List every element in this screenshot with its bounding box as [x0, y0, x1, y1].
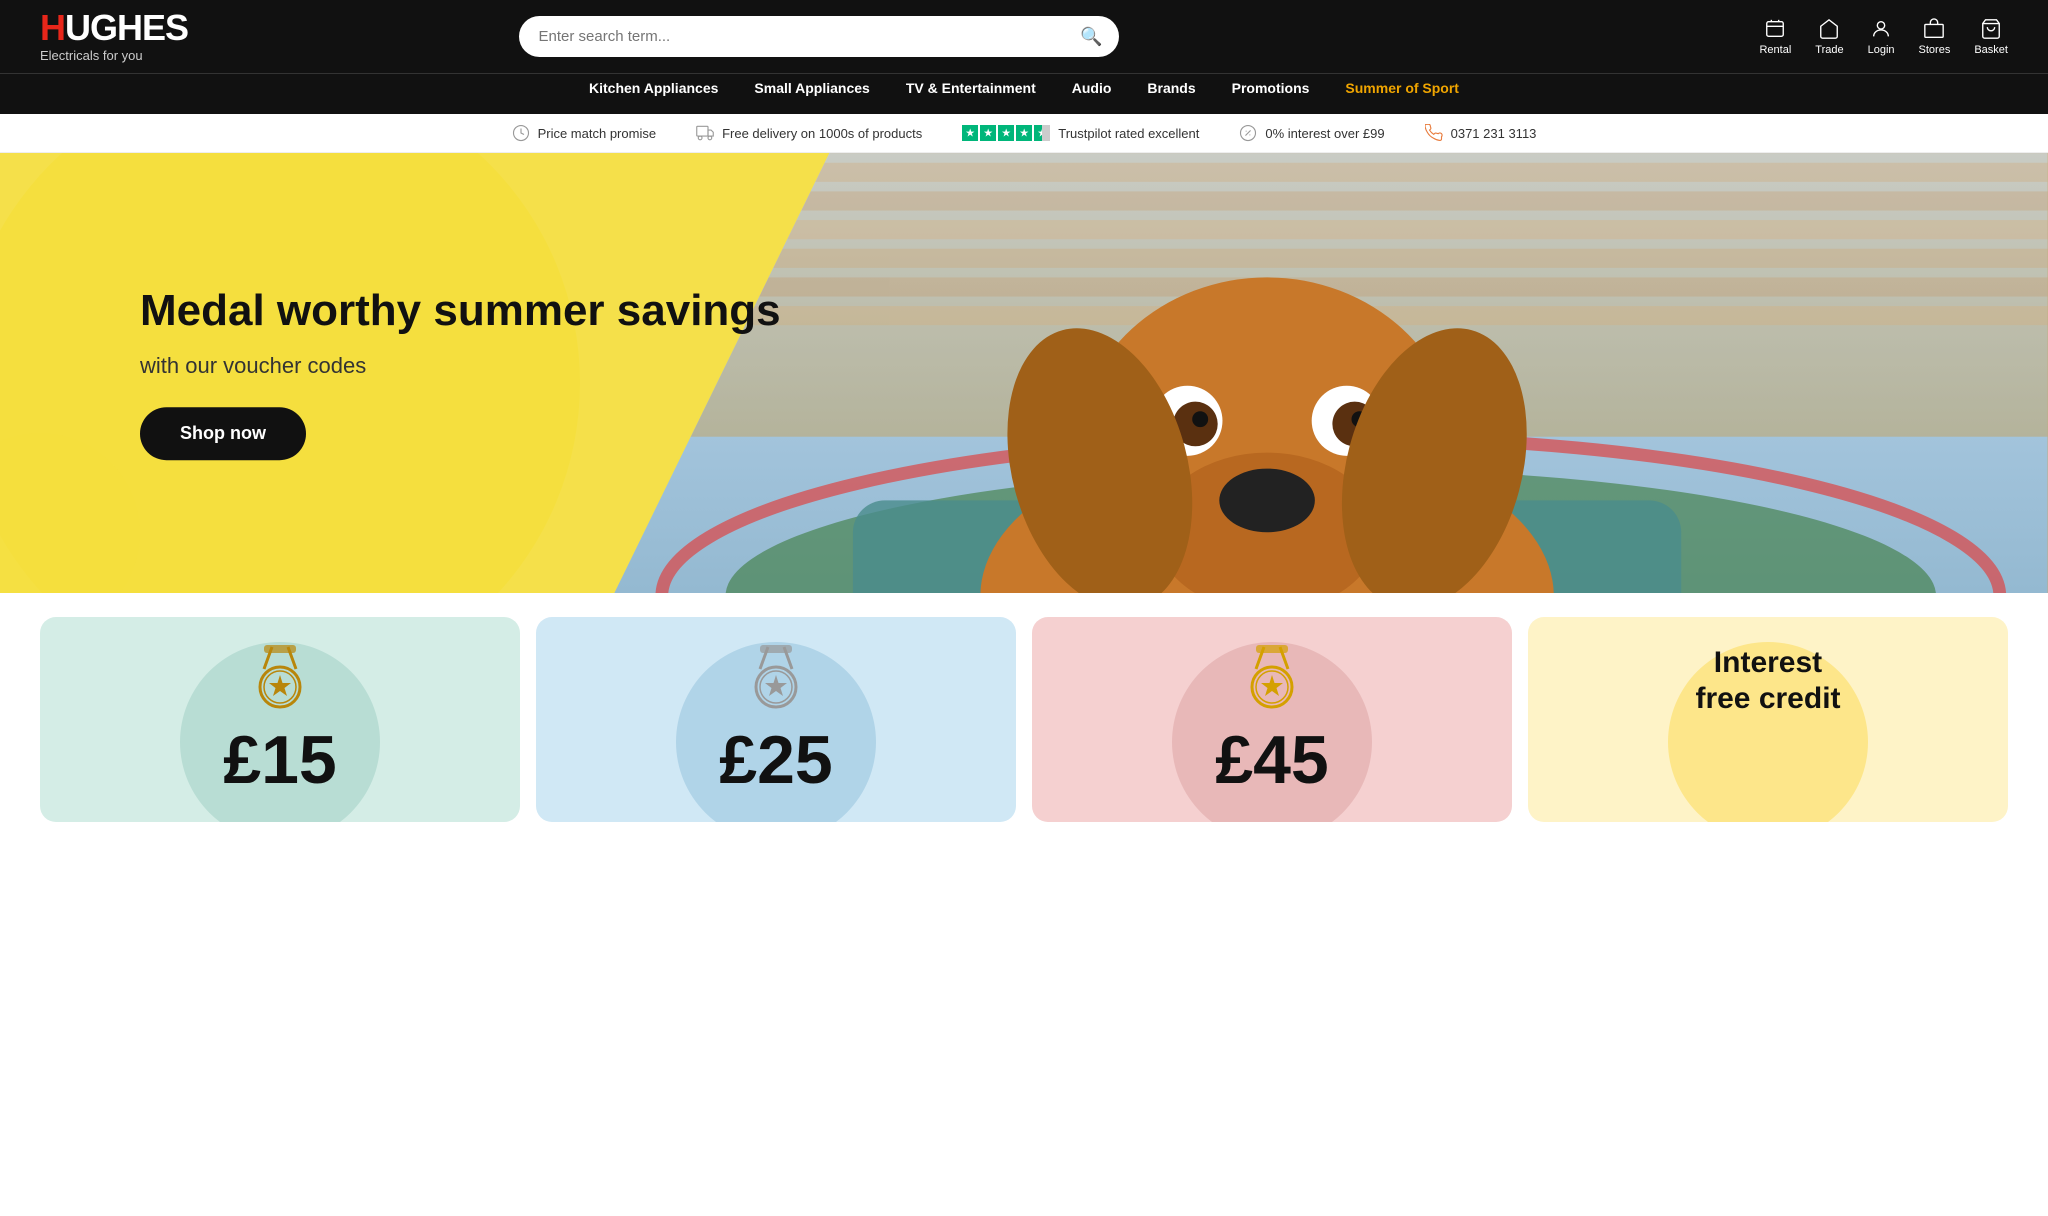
interest-icon: [1239, 124, 1257, 142]
nav-brands[interactable]: Brands: [1129, 74, 1213, 102]
logo-tagline: Electricals for you: [40, 48, 188, 63]
trust-bar: Price match promise Free delivery on 100…: [0, 114, 2048, 153]
medal-silver-icon: [750, 645, 802, 718]
promo-cards-section: £15 £25: [0, 593, 2048, 846]
interest-text: 0% interest over £99: [1265, 126, 1384, 141]
header: HUGHES Electricals for you 🔍 Rental Trad…: [0, 0, 2048, 73]
promo-card-15[interactable]: £15: [40, 617, 520, 822]
hero-banner: Medal worthy summer savings with our vou…: [0, 153, 2048, 593]
hero-stadium-bg: [614, 153, 2048, 593]
delivery-icon: [696, 124, 714, 142]
price-match-text: Price match promise: [538, 126, 656, 141]
basket-button[interactable]: Basket: [1974, 18, 2008, 56]
rental-label: Rental: [1759, 44, 1791, 56]
stores-icon: [1923, 18, 1945, 40]
nav-promotions[interactable]: Promotions: [1214, 74, 1328, 102]
nav-tv[interactable]: TV & Entertainment: [888, 74, 1054, 102]
promo-amount-25: £25: [719, 726, 832, 794]
trade-button[interactable]: Trade: [1815, 18, 1843, 56]
nav-bar: Kitchen Appliances Small Appliances TV &…: [0, 73, 2048, 114]
rental-icon: [1764, 18, 1786, 40]
search-icon[interactable]: 🔍: [1080, 26, 1102, 47]
rental-button[interactable]: Rental: [1759, 18, 1791, 56]
promo-card-credit[interactable]: Interestfree credit: [1528, 617, 2008, 822]
nav-kitchen[interactable]: Kitchen Appliances: [571, 74, 736, 102]
trustpilot-item: Trustpilot rated excellent: [962, 125, 1199, 141]
user-icon: [1870, 18, 1892, 40]
trade-label: Trade: [1815, 44, 1843, 56]
free-delivery-item: Free delivery on 1000s of products: [696, 124, 922, 142]
trustpilot-text: Trustpilot rated excellent: [1058, 126, 1199, 141]
promo-card-25[interactable]: £25: [536, 617, 1016, 822]
header-icons: Rental Trade Login Stores Basket: [1759, 18, 2007, 56]
star-5-half: [1034, 125, 1050, 141]
medal-bronze-icon: [1246, 645, 1298, 718]
phone-item[interactable]: 0371 231 3113: [1425, 124, 1537, 142]
medal-svg-3: [1246, 645, 1298, 709]
promo-amount-45: £45: [1215, 726, 1328, 794]
basket-icon: [1980, 18, 2002, 40]
promo-amount-15: £15: [223, 726, 336, 794]
search-input[interactable]: [519, 16, 1119, 57]
nav-summer-of-sport[interactable]: Summer of Sport: [1327, 74, 1477, 102]
logo[interactable]: HUGHES Electricals for you: [40, 10, 188, 63]
hero-subtitle: with our voucher codes: [140, 353, 781, 379]
trade-icon: [1818, 18, 1840, 40]
medal-gold-icon: [254, 645, 306, 718]
star-4: [1016, 125, 1032, 141]
stores-button[interactable]: Stores: [1919, 18, 1951, 56]
basket-label: Basket: [1974, 44, 2008, 56]
interest-item: 0% interest over £99: [1239, 124, 1384, 142]
price-match-icon: [512, 124, 530, 142]
star-3: [998, 125, 1014, 141]
free-delivery-text: Free delivery on 1000s of products: [722, 126, 922, 141]
hero-content: Medal worthy summer savings with our vou…: [140, 286, 781, 460]
stadium-svg: [614, 153, 2048, 593]
login-button[interactable]: Login: [1868, 18, 1895, 56]
star-1: [962, 125, 978, 141]
medal-svg-1: [254, 645, 306, 709]
logo-text: HUGHES: [40, 10, 188, 46]
phone-text: 0371 231 3113: [1451, 126, 1537, 141]
medal-svg-2: [750, 645, 802, 709]
trustpilot-stars: [962, 125, 1050, 141]
logo-h: H: [40, 7, 65, 48]
login-label: Login: [1868, 44, 1895, 56]
stores-label: Stores: [1919, 44, 1951, 56]
nav-small-appliances[interactable]: Small Appliances: [736, 74, 887, 102]
shop-now-button[interactable]: Shop now: [140, 407, 306, 460]
hero-title: Medal worthy summer savings: [140, 286, 781, 337]
logo-rest: UGHES: [65, 7, 188, 48]
promo-credit-text: Interestfree credit: [1695, 645, 1840, 717]
phone-icon: [1425, 124, 1443, 142]
search-bar: 🔍: [519, 16, 1119, 57]
star-2: [980, 125, 996, 141]
price-match-item: Price match promise: [512, 124, 656, 142]
nav-audio[interactable]: Audio: [1054, 74, 1130, 102]
promo-card-45[interactable]: £45: [1032, 617, 1512, 822]
